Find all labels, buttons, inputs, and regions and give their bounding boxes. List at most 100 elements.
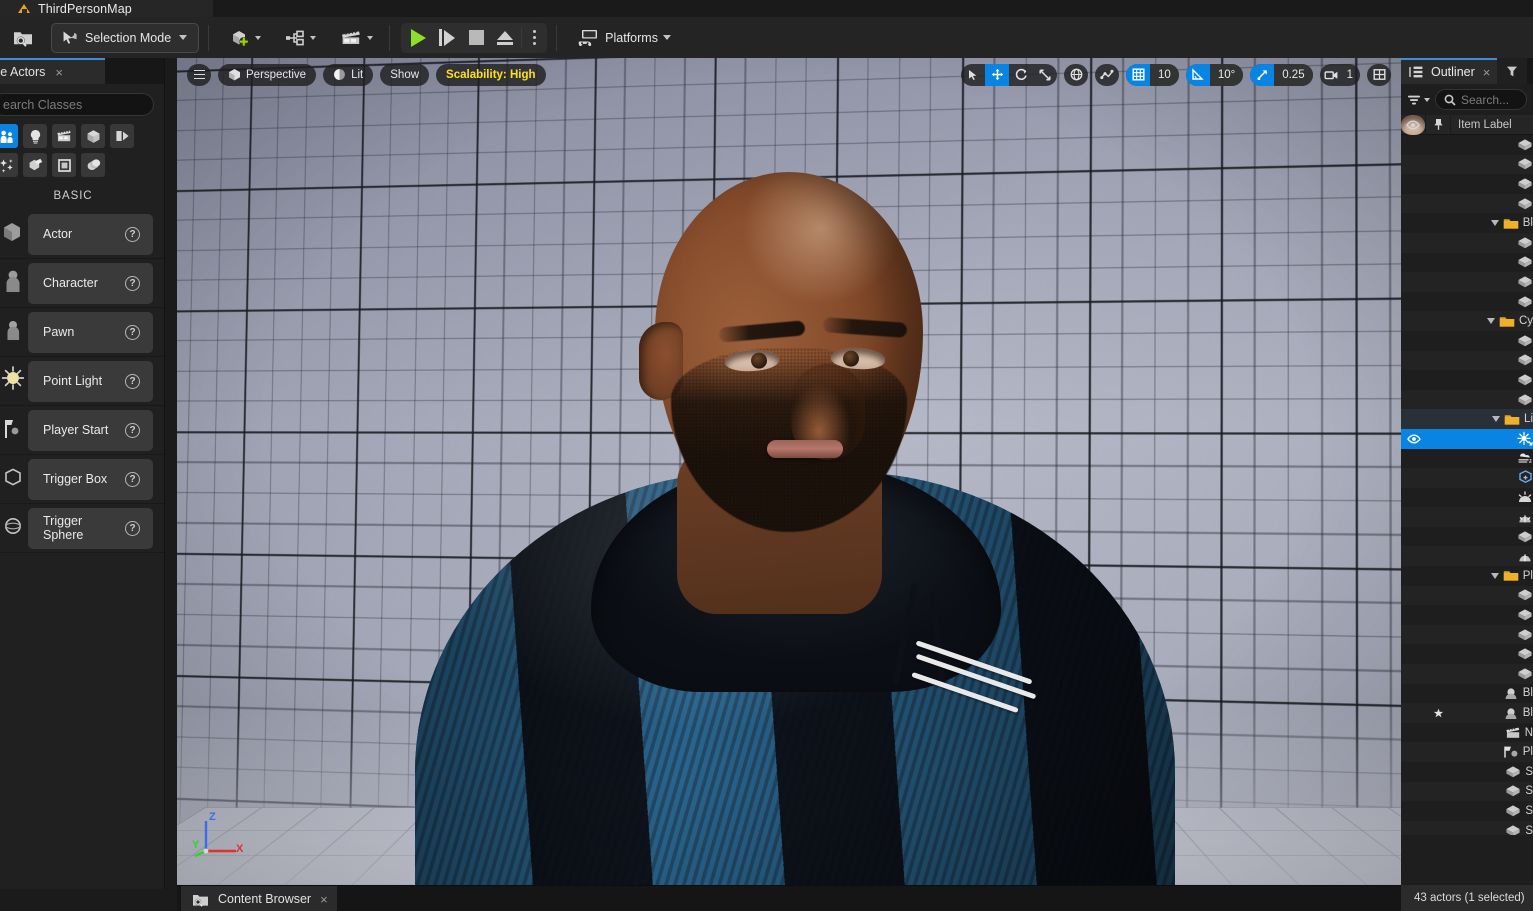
visibility-toggle[interactable] — [1401, 434, 1426, 444]
table-row[interactable] — [1401, 174, 1533, 194]
table-row[interactable] — [1401, 370, 1533, 390]
place-actor-button[interactable]: Player Start ? — [28, 409, 153, 451]
move-tool-button[interactable] — [985, 63, 1010, 86]
table-row[interactable] — [1401, 232, 1533, 253]
selection-mode-button[interactable]: Selection Mode — [51, 22, 200, 53]
stop-button[interactable] — [462, 25, 490, 51]
search-classes-input[interactable] — [3, 97, 143, 112]
outliner-search-box[interactable] — [1435, 89, 1527, 110]
column-item-label[interactable]: Item Label — [1451, 115, 1533, 135]
place-actor-button[interactable]: Pawn ? — [28, 311, 153, 353]
angle-snap-value[interactable]: 10° — [1209, 63, 1244, 86]
table-row[interactable]: Bl — [1401, 684, 1533, 704]
expand-arrow-icon[interactable] — [1490, 572, 1499, 579]
close-icon[interactable]: × — [1483, 66, 1491, 79]
viewport-layouts-icon[interactable] — [1367, 64, 1391, 86]
grid-snap-value[interactable]: 10 — [1150, 63, 1179, 86]
list-item[interactable]: Player Start ? — [0, 406, 164, 455]
camera-speed-control[interactable]: 1 — [1319, 63, 1360, 86]
rotate-tool-button[interactable] — [1009, 64, 1033, 86]
show-menu-button[interactable]: Show — [380, 63, 430, 86]
table-row-folder[interactable]: Bl — [1401, 213, 1533, 233]
category-recently-placed[interactable] — [52, 153, 76, 177]
column-visibility[interactable] — [1401, 114, 1426, 135]
tab-place-actors[interactable]: ce Actors × — [0, 58, 105, 84]
table-row[interactable] — [1401, 253, 1533, 273]
level-viewport[interactable]: Perspective Lit Show Scalability: High 1… — [177, 58, 1401, 885]
list-item[interactable]: Pawn ? — [0, 308, 164, 357]
category-layers[interactable] — [81, 153, 105, 177]
scale-snap-value[interactable]: 0.25 — [1274, 63, 1313, 86]
expand-arrow-icon[interactable] — [1492, 416, 1501, 423]
table-row-folder[interactable]: Pl — [1401, 566, 1533, 586]
table-row[interactable] — [1401, 507, 1533, 527]
coordinate-system-button[interactable] — [1064, 63, 1089, 86]
viewport-layouts-button[interactable] — [1367, 63, 1391, 86]
view-mode-button[interactable]: Lit — [323, 63, 374, 86]
place-actor-button[interactable]: Actor ? — [28, 213, 153, 255]
viewport-menu-button[interactable] — [187, 63, 211, 86]
table-row-folder[interactable]: Cy — [1401, 311, 1533, 331]
camera-mode-button[interactable]: Perspective — [218, 63, 317, 86]
column-pin[interactable] — [1426, 114, 1451, 135]
outliner-search-input[interactable] — [1461, 92, 1518, 107]
list-item[interactable]: Actor ? — [0, 210, 164, 259]
place-actor-button[interactable]: Character ? — [28, 262, 153, 304]
table-row[interactable]: Pl — [1401, 742, 1533, 762]
table-row[interactable] — [1401, 331, 1533, 351]
category-cinematic[interactable] — [52, 124, 76, 148]
quick-add-button[interactable] — [223, 24, 268, 52]
table-row[interactable]: S — [1401, 762, 1533, 782]
help-icon[interactable]: ? — [125, 226, 140, 242]
play-options-button[interactable] — [524, 25, 544, 51]
category-volumes[interactable] — [0, 153, 18, 177]
expand-arrow-icon[interactable] — [1486, 318, 1495, 325]
tab-content-browser[interactable]: Content Browser × — [181, 886, 337, 911]
table-row-selected[interactable] — [1401, 428, 1533, 449]
place-actor-button[interactable]: Trigger Box ? — [28, 458, 153, 500]
cinematics-button[interactable] — [333, 24, 380, 52]
list-item[interactable]: Character ? — [0, 259, 164, 308]
tab-outliner[interactable]: Outliner × — [1401, 58, 1498, 84]
play-button[interactable] — [404, 25, 432, 51]
table-row[interactable] — [1401, 389, 1533, 410]
table-row[interactable] — [1401, 527, 1533, 547]
surface-snap-icon[interactable] — [1095, 64, 1119, 86]
table-row[interactable] — [1401, 154, 1533, 175]
table-row[interactable] — [1401, 605, 1533, 625]
expand-arrow-icon[interactable] — [1490, 220, 1499, 227]
search-classes-box[interactable] — [0, 93, 154, 116]
category-all-classes[interactable] — [23, 153, 47, 177]
favorite-star-icon[interactable] — [1426, 708, 1451, 719]
help-icon[interactable]: ? — [125, 275, 140, 291]
place-actor-button[interactable]: Trigger Sphere ? — [28, 507, 153, 549]
table-row[interactable] — [1401, 546, 1533, 567]
table-row[interactable] — [1401, 624, 1533, 645]
list-item[interactable]: Point Light ? — [0, 357, 164, 406]
camera-speed-value[interactable]: 1 — [1344, 69, 1360, 81]
surface-snapping-button[interactable] — [1095, 63, 1120, 86]
table-row[interactable]: N — [1401, 723, 1533, 743]
metahuman-character[interactable] — [415, 162, 1175, 885]
scalability-button[interactable]: Scalability: High — [436, 63, 546, 86]
level-tab-thirdpersonmap[interactable]: ThirdPersonMap — [0, 0, 213, 17]
table-row-folder[interactable]: Li — [1401, 409, 1533, 429]
place-actor-button[interactable]: Point Light ? — [28, 360, 153, 402]
table-row[interactable] — [1401, 350, 1533, 371]
table-row[interactable]: S — [1401, 781, 1533, 802]
table-row[interactable] — [1401, 664, 1533, 684]
category-visual-effects[interactable] — [81, 124, 105, 148]
table-row[interactable] — [1401, 292, 1533, 312]
table-row[interactable] — [1401, 449, 1533, 469]
category-basic[interactable] — [0, 124, 18, 148]
table-row[interactable] — [1401, 585, 1533, 606]
grid-snap-icon[interactable] — [1126, 63, 1151, 86]
scale-tool-button[interactable] — [1033, 64, 1057, 86]
table-row[interactable] — [1401, 644, 1533, 664]
eject-button[interactable] — [491, 25, 519, 51]
filter-button[interactable] — [1407, 94, 1430, 106]
table-row[interactable] — [1401, 272, 1533, 292]
list-item[interactable]: Trigger Sphere ? — [0, 504, 164, 553]
table-row[interactable]: Bl — [1401, 703, 1533, 723]
scale-snap-icon[interactable] — [1250, 63, 1275, 86]
